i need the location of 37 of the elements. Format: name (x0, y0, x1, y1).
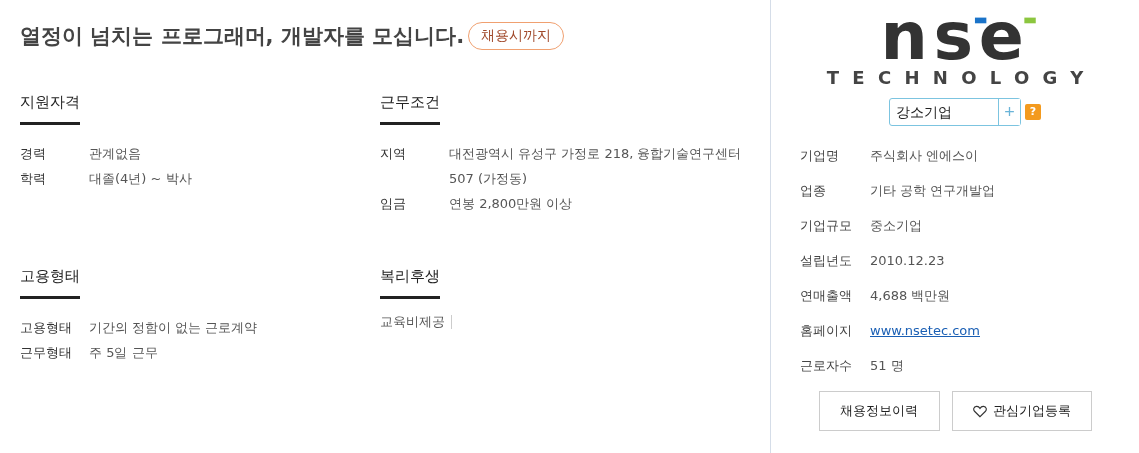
info-label: 설립년도 (800, 252, 853, 270)
field-value: 연봉 2,800만원 이상 (449, 195, 574, 213)
favorite-button[interactable]: 관심기업등록 (951, 391, 1092, 431)
field-value: 대전광역시 유성구 가정로 218, 융합기술연구센터 507 (가정동) (449, 145, 743, 188)
homepage-link[interactable]: www.nsetec.com (870, 313, 980, 348)
section-heading: 근무조건 (380, 93, 440, 125)
field-label: 고용형태 (20, 319, 73, 337)
tag-label: 강소기업 (895, 103, 953, 122)
field-value: 주 5일 근무 (89, 344, 159, 362)
info-value: 주식회사 엔에스이 (870, 147, 979, 165)
section-heading: 고용형태 (20, 267, 80, 299)
field-value: 기간의 정함이 없는 근로계약 (89, 319, 259, 337)
info-value: 4,688 백만원 (870, 287, 951, 305)
field-label: 근무형태 (20, 344, 73, 362)
section-heading: 지원자격 (20, 93, 80, 125)
info-label: 근로자수 (800, 357, 853, 375)
heart-icon (972, 404, 987, 418)
field-label: 학력 (20, 170, 47, 188)
field-value: 관계없음 (89, 145, 142, 163)
job-title: 열정이 넘치는 프로그래머, 개발자를 모십니다. (20, 23, 465, 50)
info-label: 연매출액 (800, 287, 853, 305)
history-button[interactable]: 채용정보이력 (818, 391, 940, 431)
info-label: 기업규모 (800, 217, 853, 235)
info-label: 기업명 (800, 147, 840, 165)
field-value: 대졸(4년) ~ 박사 (89, 170, 193, 188)
info-value: 2010.12.23 (870, 252, 945, 270)
field-label: 경력 (20, 145, 47, 163)
info-value: 중소기업 (870, 217, 922, 235)
field-label: 임금 (380, 195, 407, 213)
field-label: 지역 (380, 145, 407, 163)
section-heading: 복리후생 (380, 267, 440, 299)
benefit-tag: 교육비제공 (380, 315, 452, 329)
info-value: 기타 공학 연구개발업 (870, 182, 996, 200)
info-label: 업종 (800, 182, 827, 200)
tag-field[interactable]: 강소기업 + (889, 98, 1021, 126)
info-label: 홈페이지 (800, 322, 853, 340)
info-value: 51 명 (870, 357, 904, 375)
